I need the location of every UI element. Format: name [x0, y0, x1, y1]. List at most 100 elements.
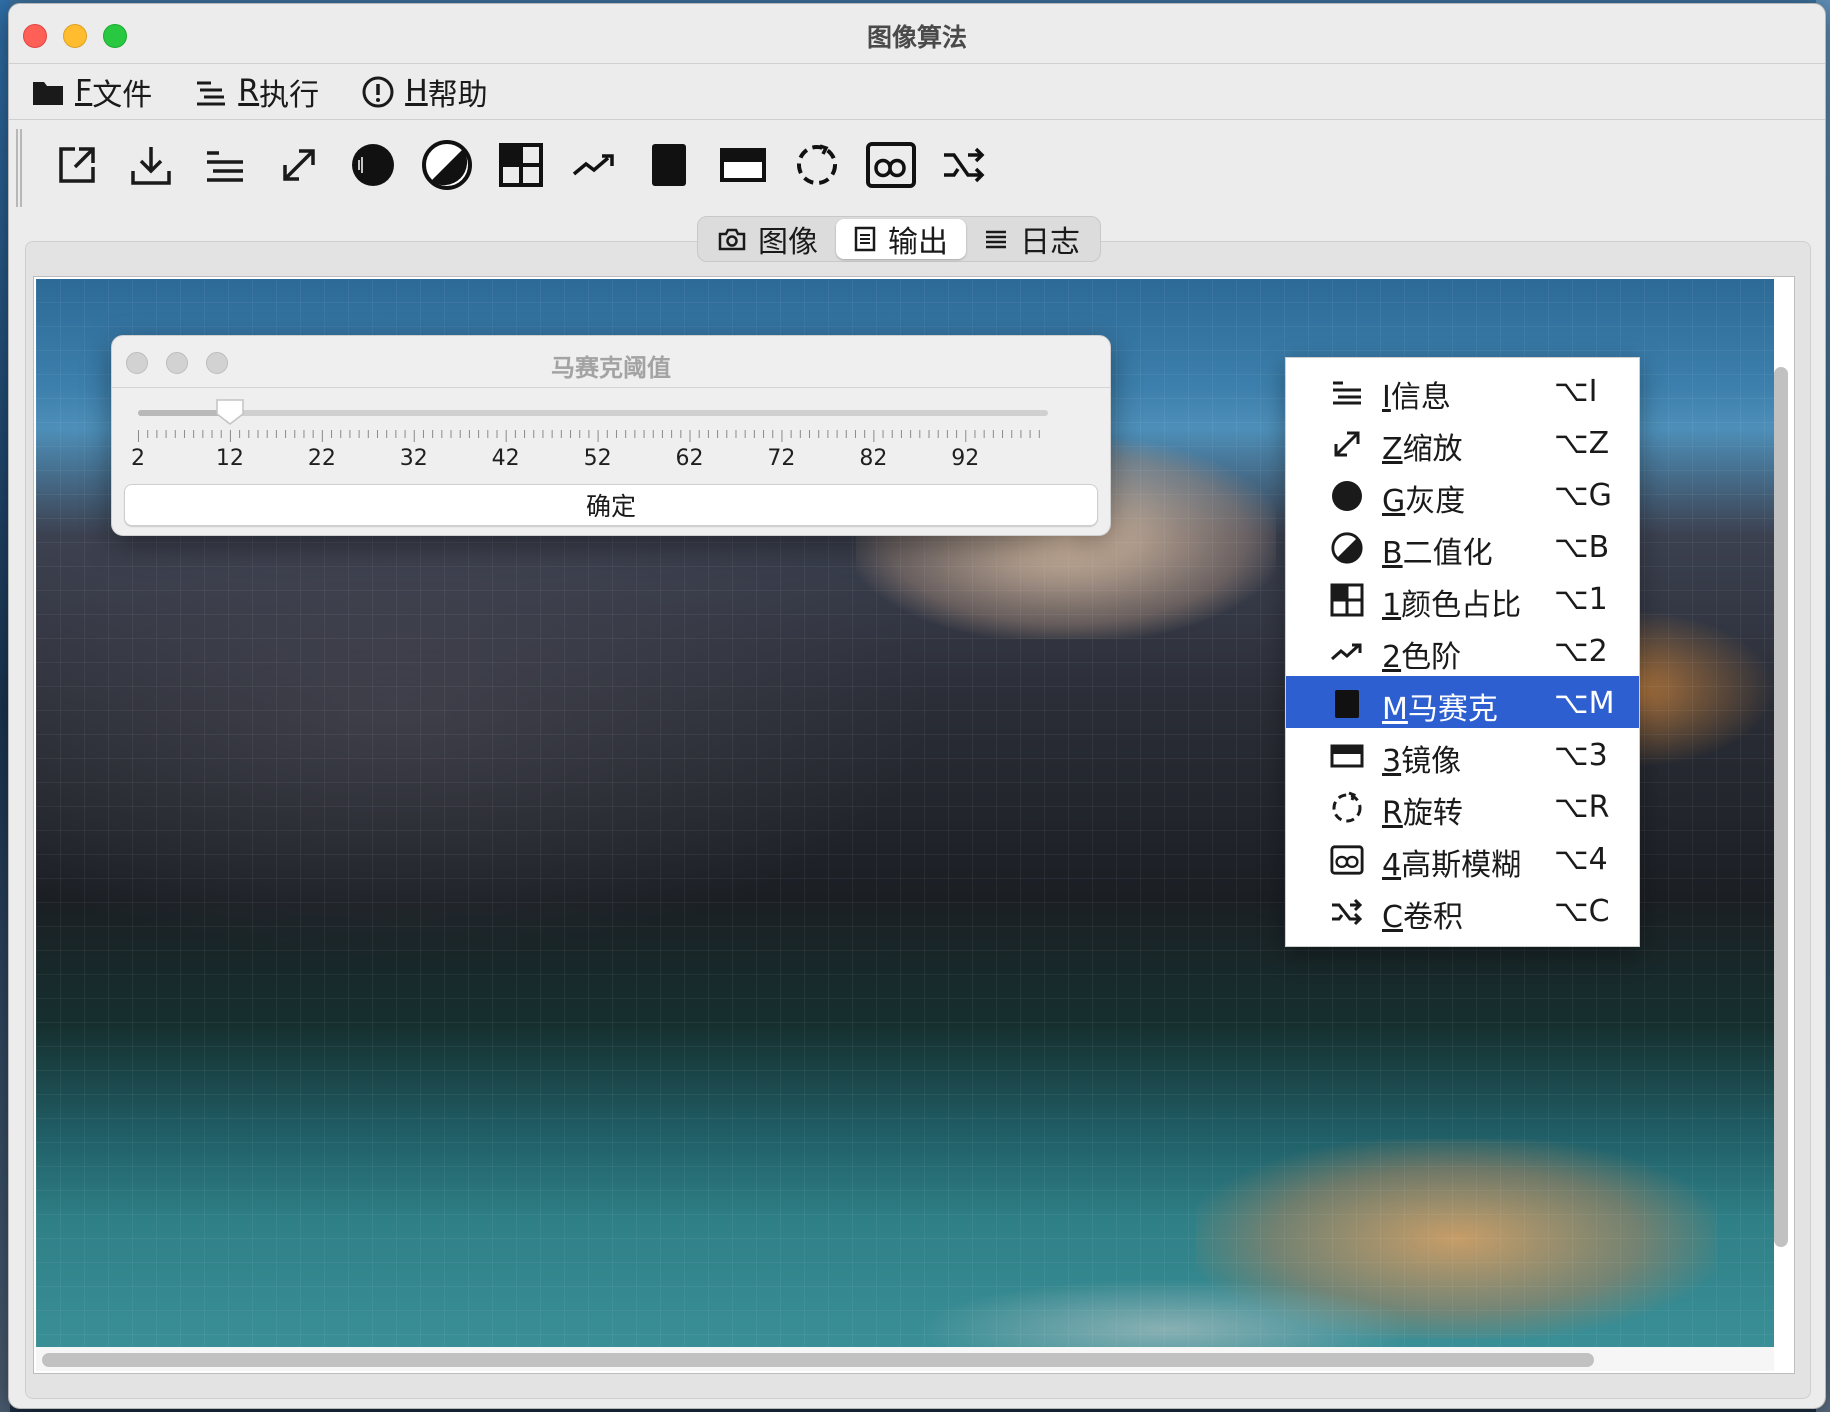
gaussian-blur-button[interactable] [863, 139, 919, 195]
color-ratio-icon [1330, 583, 1364, 617]
open-external-button[interactable] [49, 139, 105, 195]
color-ratio-icon [498, 142, 544, 192]
menu-item-label: B二值化 [1382, 528, 1493, 572]
dialog-title-bar: 马赛克阈值 [112, 336, 1110, 388]
menu-item-mnemonic: C [1382, 900, 1403, 935]
menu-file-mnemonic: F [75, 74, 93, 109]
levels-icon [1330, 635, 1364, 669]
binarize-button[interactable] [419, 139, 475, 195]
run-menu-dropdown: I信息 ⌥I Z缩放 ⌥Z G灰度 ⌥G B二值化 ⌥B 1颜色占比 ⌥1 2色阶 ⌥2 M马赛克 ⌥M 3… [1285, 357, 1640, 947]
color-ratio-button[interactable] [493, 139, 549, 195]
vertical-scrollbar[interactable] [1774, 367, 1788, 1247]
info-list-icon [203, 143, 247, 191]
menu-item-mnemonic: B [1382, 536, 1403, 571]
tab-image[interactable]: 图像 [700, 219, 836, 260]
download-icon [129, 143, 173, 191]
menu-file[interactable]: F 文件 [31, 70, 152, 114]
menu-item-text: 卷积 [1402, 900, 1463, 935]
slider-tick-label: 62 [675, 446, 704, 471]
menu-help-label: 帮助 [427, 77, 488, 113]
tab-output[interactable]: 输出 [836, 219, 966, 260]
menu-item-shortcut: ⌥4 [1554, 842, 1608, 877]
toolbar-grip[interactable] [16, 129, 22, 207]
menu-run-label: 执行 [259, 77, 320, 113]
menu-item-label: 4高斯模糊 [1382, 840, 1521, 884]
menu-item-info-list[interactable]: I信息 ⌥I [1286, 364, 1639, 416]
open-external-icon [55, 143, 99, 191]
slider-tick-label: 22 [307, 446, 336, 471]
menu-item-convolution[interactable]: C卷积 ⌥C [1286, 884, 1639, 936]
menu-item-shortcut: ⌥B [1554, 530, 1610, 565]
info-list-icon [1330, 375, 1364, 409]
resize-button[interactable] [271, 139, 327, 195]
menu-item-levels[interactable]: 2色阶 ⌥2 [1286, 624, 1639, 676]
menu-item-mnemonic: I [1382, 380, 1391, 415]
app-window: 图像算法 F 文件 R 执行 H 帮助 图像 输出 日志 马赛克阈值 2 12 … [8, 3, 1826, 1409]
menu-item-binarize[interactable]: B二值化 ⌥B [1286, 520, 1639, 572]
menu-item-rotate[interactable]: R旋转 ⌥R [1286, 780, 1639, 832]
menu-item-color-ratio[interactable]: 1颜色占比 ⌥1 [1286, 572, 1639, 624]
folder-icon [31, 77, 65, 107]
menu-help-mnemonic: H [405, 74, 428, 109]
mosaic-threshold-dialog: 马赛克阈值 2 12 22 32 42 52 62 72 82 92 确定 [111, 335, 1111, 536]
menu-item-label: Z缩放 [1382, 424, 1463, 468]
resize-icon [277, 143, 321, 191]
mirror-icon [720, 148, 766, 186]
document-icon [854, 226, 876, 252]
tab-log[interactable]: 日志 [966, 219, 1098, 260]
levels-button[interactable] [567, 139, 623, 195]
menu-item-mnemonic: 3 [1382, 744, 1402, 779]
download-button[interactable] [123, 139, 179, 195]
menu-run-mnemonic: R [238, 74, 260, 109]
grayscale-button[interactable] [345, 139, 401, 195]
ok-button[interactable]: 确定 [124, 484, 1098, 526]
horizontal-scrollbar[interactable] [42, 1353, 1594, 1367]
info-button[interactable] [197, 139, 253, 195]
menu-item-text: 色阶 [1401, 640, 1462, 675]
menu-item-label: C卷积 [1382, 892, 1463, 936]
menu-item-grayscale[interactable]: G灰度 ⌥G [1286, 468, 1639, 520]
menu-item-text: 颜色占比 [1401, 588, 1522, 623]
menu-item-label: 1颜色占比 [1382, 580, 1521, 624]
menu-item-text: 缩放 [1402, 432, 1463, 467]
menu-file-label: 文件 [92, 77, 153, 113]
mirror-button[interactable] [715, 139, 771, 195]
menu-item-text: 灰度 [1405, 484, 1466, 519]
slider-ticks [138, 430, 1040, 442]
mosaic-icon [650, 142, 688, 192]
menu-help[interactable]: H 帮助 [361, 70, 488, 114]
slider-tick-label: 12 [215, 446, 244, 471]
tab-log-label: 日志 [1020, 225, 1080, 260]
grayscale-icon [1330, 479, 1364, 513]
menu-item-mnemonic: 2 [1382, 640, 1402, 675]
lines-icon [984, 228, 1008, 250]
threshold-slider-thumb[interactable] [215, 398, 245, 426]
window-title: 图像算法 [866, 23, 967, 52]
convolution-button[interactable] [937, 139, 993, 195]
menu-item-shortcut: ⌥M [1554, 686, 1615, 721]
menu-item-mirror[interactable]: 3镜像 ⌥3 [1286, 728, 1639, 780]
menu-item-text: 信息 [1390, 380, 1451, 415]
menu-item-label: 2色阶 [1382, 632, 1461, 676]
menu-item-mosaic[interactable]: M马赛克 ⌥M [1286, 676, 1639, 728]
menu-item-label: M马赛克 [1382, 684, 1498, 728]
slider-tick-label: 72 [767, 446, 796, 471]
run-list-icon [194, 77, 228, 107]
menu-item-shortcut: ⌥3 [1554, 738, 1608, 773]
menu-item-label: G灰度 [1382, 476, 1465, 520]
slider-tick-label: 52 [583, 446, 612, 471]
rotate-button[interactable] [789, 139, 845, 195]
mosaic-button[interactable] [641, 139, 697, 195]
camera-icon [718, 227, 746, 251]
menu-run[interactable]: R 执行 [194, 70, 319, 114]
grayscale-icon [350, 142, 396, 192]
slider-tick-label: 42 [491, 446, 520, 471]
tab-output-label: 输出 [888, 225, 948, 260]
menu-item-gaussian-blur[interactable]: 4高斯模糊 ⌥4 [1286, 832, 1639, 884]
menu-item-resize[interactable]: Z缩放 ⌥Z [1286, 416, 1639, 468]
binarize-icon [421, 139, 473, 195]
mirror-icon [1330, 739, 1364, 773]
threshold-slider-track[interactable] [138, 410, 1048, 416]
convolution-icon [942, 145, 988, 189]
slider-tick-label: 82 [859, 446, 888, 471]
